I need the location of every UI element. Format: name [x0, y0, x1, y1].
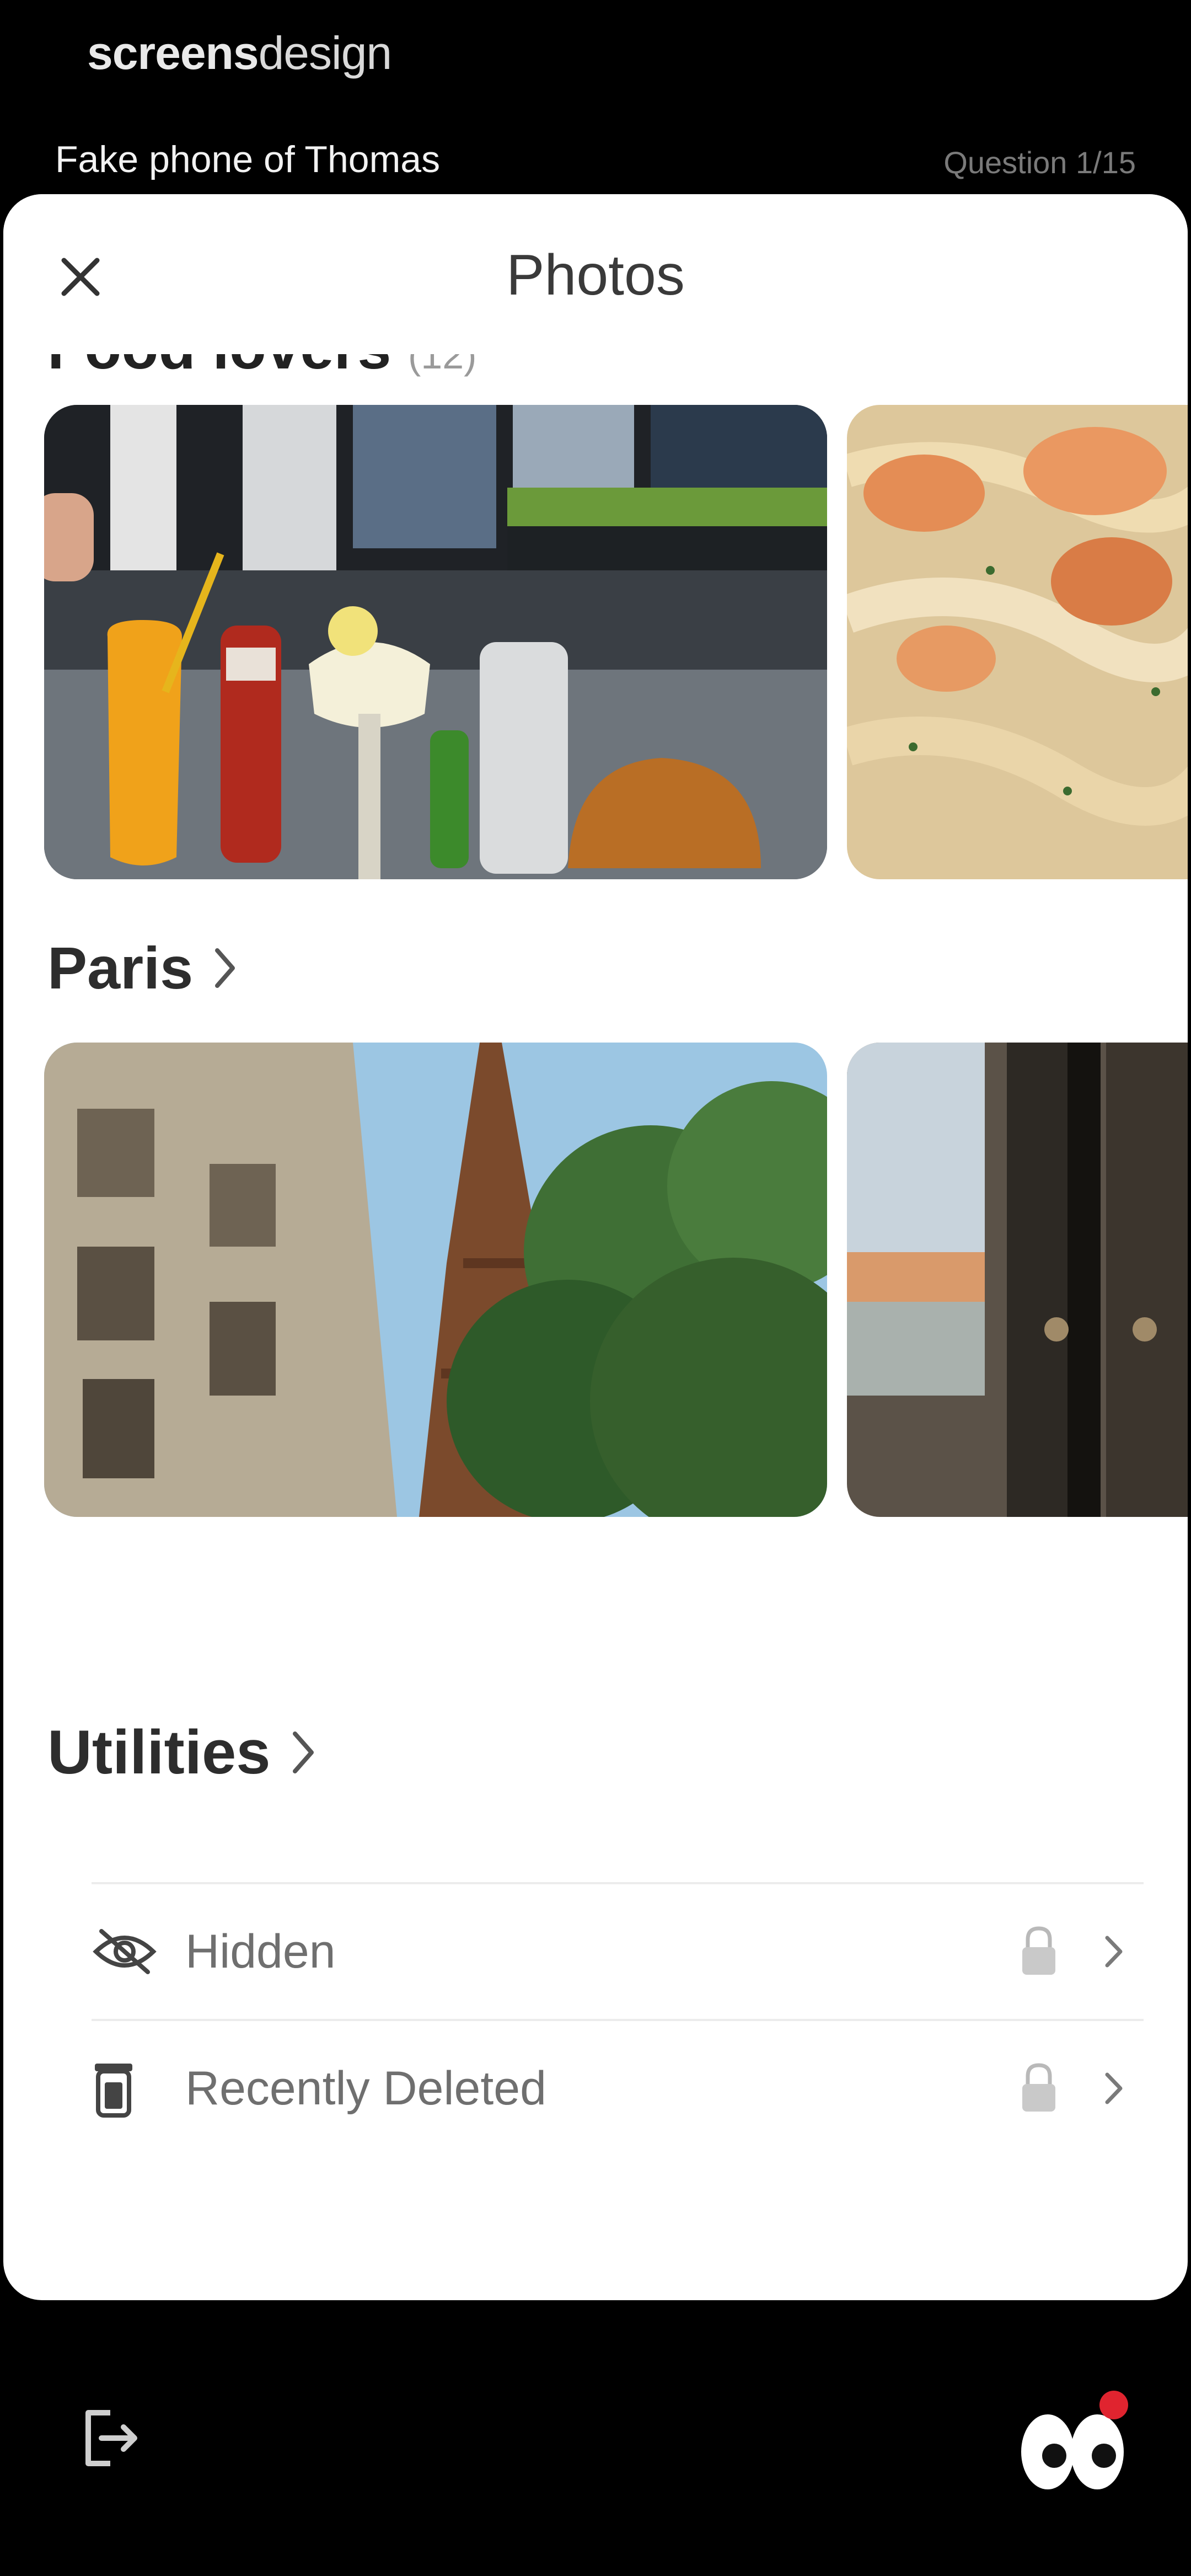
chevron-right-icon: [215, 948, 235, 988]
utilities-heading[interactable]: Utilities: [47, 1717, 316, 1788]
utility-row-recently-deleted[interactable]: Recently Deleted: [92, 2019, 1144, 2156]
lock-icon: [1022, 1926, 1055, 1975]
brand-logo-light: design: [258, 27, 393, 79]
album-row-food-lovers: [3, 405, 1188, 879]
eye-slash-icon: [92, 1918, 158, 1985]
album-title: Paris: [47, 934, 194, 1001]
utility-label: Hidden: [185, 1925, 336, 1978]
chevron-right-icon: [1105, 2072, 1123, 2104]
trash-icon: [92, 2055, 158, 2121]
question-counter: Question 1/15: [943, 145, 1136, 180]
album-row-paris: [3, 1043, 1188, 1517]
exit-button[interactable]: [77, 2405, 143, 2471]
notification-dot: [1099, 2391, 1128, 2419]
phone-owner-label: Fake phone of Thomas: [55, 138, 441, 180]
chevron-right-icon: [292, 1731, 314, 1773]
eyes-button[interactable]: [1009, 2388, 1130, 2499]
photo-tile[interactable]: [847, 405, 1188, 879]
photo-shrimp-pasta: [847, 405, 1188, 879]
brand-logo-bold: screens: [87, 27, 259, 79]
exit-icon: [85, 2410, 137, 2466]
utility-row-hidden[interactable]: Hidden: [92, 1882, 1144, 2019]
chevron-right-icon: [1105, 1936, 1123, 1968]
utilities-list: Hidden Recently Deleted: [92, 1882, 1144, 2156]
utility-label: Recently Deleted: [185, 2061, 546, 2115]
photo-tile[interactable]: [44, 405, 827, 879]
eyes-icon: [1021, 2391, 1128, 2489]
sheet-title: Photos: [506, 243, 685, 307]
photo-restaurant-terrace: [44, 405, 827, 879]
photo-tile[interactable]: [44, 1043, 827, 1517]
photo-eiffel-tower-street: [44, 1043, 827, 1517]
photos-sheet: Photos Food lovers (12): [3, 194, 1188, 2300]
brand-logo: screensdesign: [87, 26, 393, 80]
album-heading-paris[interactable]: Paris: [47, 933, 237, 1002]
sheet-header: Photos: [3, 194, 1188, 354]
lock-icon: [1022, 2063, 1055, 2112]
photo-metro-window: [847, 1043, 1188, 1517]
utilities-title: Utilities: [47, 1718, 271, 1787]
photo-tile[interactable]: [847, 1043, 1188, 1517]
